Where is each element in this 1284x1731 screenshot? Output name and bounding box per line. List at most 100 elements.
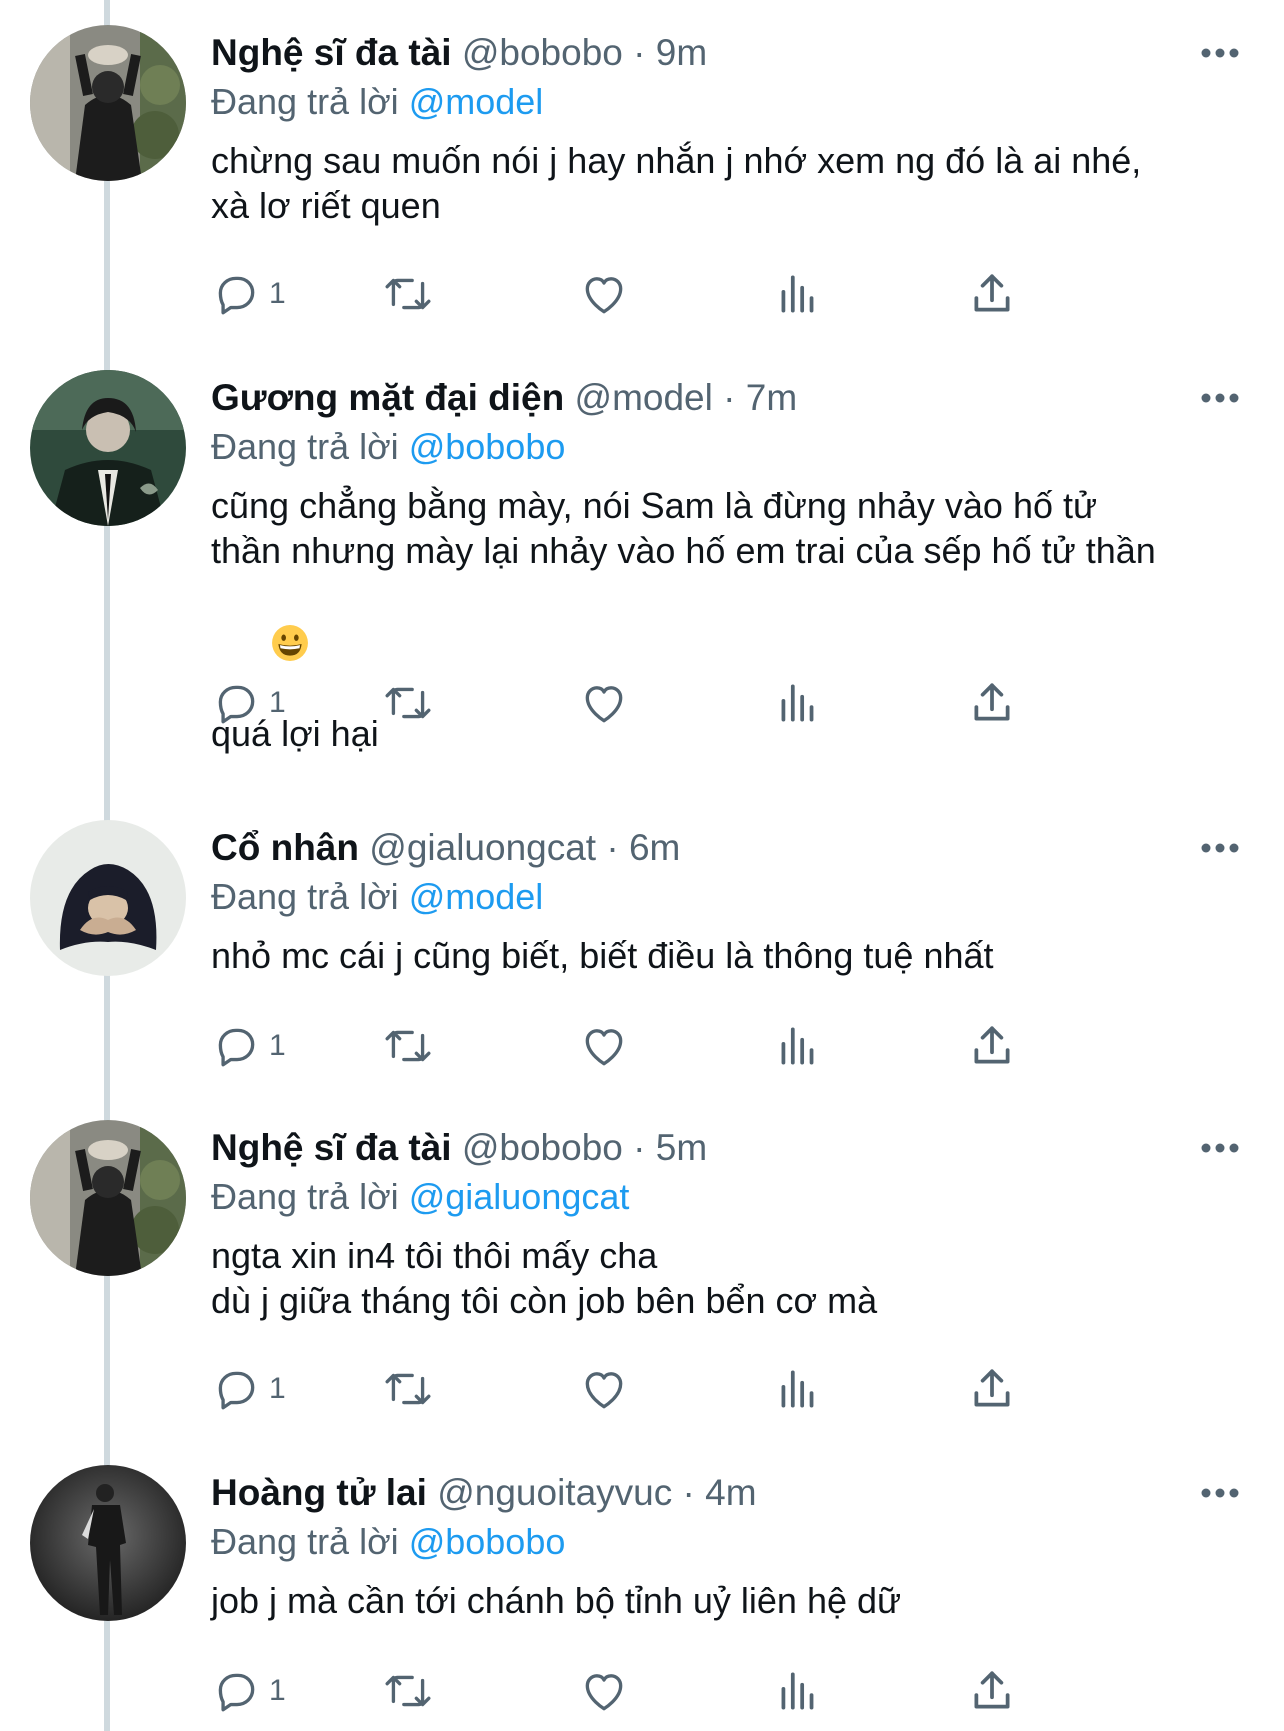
share-button[interactable] (967, 1663, 1017, 1719)
like-button[interactable] (579, 1018, 629, 1074)
avatar[interactable] (30, 25, 186, 181)
replying-to: Đang trả lời @model (211, 874, 543, 920)
display-name[interactable]: Cổ nhân (211, 827, 359, 868)
reply-button[interactable]: 1 (211, 1361, 286, 1417)
views-button[interactable] (773, 1663, 823, 1719)
like-button[interactable] (579, 1663, 629, 1719)
reply-count: 1 (269, 686, 286, 719)
mention-link[interactable]: @bobobo (409, 1521, 566, 1562)
avatar[interactable] (30, 1465, 186, 1621)
tweet[interactable]: Nghệ sĩ đa tài @bobobo · 5m Đang trả lời… (0, 1095, 1284, 1440)
tweet[interactable]: Gương mặt đại diện @model · 7m Đang trả … (0, 345, 1284, 755)
tweet-header: Nghệ sĩ đa tài @bobobo · 5m (211, 1125, 707, 1171)
avatar[interactable] (30, 1120, 186, 1276)
avatar[interactable] (30, 820, 186, 976)
views-button[interactable] (773, 266, 823, 322)
share-button[interactable] (967, 1018, 1017, 1074)
tweet-text-line: chừng sau muốn nói j hay nhắn j nhớ xem … (211, 140, 1142, 181)
like-button[interactable] (579, 1361, 629, 1417)
reply-button[interactable]: 1 (211, 1663, 286, 1719)
share-button[interactable] (967, 675, 1017, 731)
display-name[interactable]: Hoàng tử lai (211, 1472, 427, 1513)
retweet-icon (385, 1675, 431, 1707)
more-icon[interactable] (1196, 375, 1244, 421)
share-icon (974, 1369, 1010, 1407)
heart-icon (585, 1029, 623, 1066)
reply-button[interactable]: 1 (211, 266, 286, 322)
views-icon (781, 1672, 814, 1710)
retweet-button[interactable] (383, 266, 433, 322)
tweet[interactable]: Cổ nhân @gialuongcat · 6m Đang trả lời @… (0, 795, 1284, 1095)
retweet-button[interactable] (383, 675, 433, 731)
timestamp[interactable]: · 5m (633, 1127, 707, 1168)
like-button[interactable] (579, 675, 629, 731)
handle[interactable]: @bobobo (462, 32, 623, 73)
timestamp[interactable]: · 4m (683, 1472, 757, 1513)
replying-prefix: Đang trả lời (211, 1521, 409, 1562)
share-button[interactable] (967, 1361, 1017, 1417)
mention-link[interactable]: @model (409, 81, 544, 122)
tweet[interactable]: Hoàng tử lai @nguoitayvuc · 4m Đang trả … (0, 1440, 1284, 1731)
reply-count: 1 (269, 1029, 286, 1062)
tweet-text-line: job j mà cần tới chánh bộ tỉnh uỷ liên h… (211, 1580, 902, 1621)
heart-icon (585, 277, 623, 314)
views-button[interactable] (773, 675, 823, 731)
more-icon[interactable] (1196, 1125, 1244, 1171)
views-icon (781, 1370, 814, 1408)
replying-prefix: Đang trả lời (211, 876, 409, 917)
tweet-text: ngta xin in4 tôi thôi mấy cha dù j giữa … (211, 1233, 1241, 1323)
tweet-text-line: dù j giữa tháng tôi còn job bên bển cơ m… (211, 1280, 878, 1321)
share-icon (974, 1671, 1010, 1709)
tweet[interactable]: Nghệ sĩ đa tài @bobobo · 9m Đang trả lời… (0, 0, 1284, 345)
more-icon[interactable] (1196, 825, 1244, 871)
more-icon[interactable] (1196, 1470, 1244, 1516)
retweet-button[interactable] (383, 1361, 433, 1417)
retweet-icon (385, 687, 431, 719)
heart-icon (585, 686, 623, 723)
tweet-actions: 1 (211, 1663, 1131, 1719)
timestamp[interactable]: · 7m (723, 377, 797, 418)
tweet-header: Gương mặt đại diện @model · 7m (211, 375, 797, 421)
reply-icon (218, 276, 255, 315)
display-name[interactable]: Nghệ sĩ đa tài (211, 1127, 452, 1168)
tweet-text-line: cũng chẳng bằng mày, nói Sam là đừng nhả… (211, 485, 1098, 526)
like-button[interactable] (579, 266, 629, 322)
replying-to: Đang trả lời @gialuongcat (211, 1174, 629, 1220)
replying-to: Đang trả lời @bobobo (211, 1519, 565, 1565)
handle[interactable]: @nguoitayvuc (437, 1472, 672, 1513)
avatar[interactable] (30, 370, 186, 526)
retweet-button[interactable] (383, 1018, 433, 1074)
views-button[interactable] (773, 1361, 823, 1417)
display-name[interactable]: Nghệ sĩ đa tài (211, 32, 452, 73)
reply-icon (218, 1371, 255, 1410)
timestamp[interactable]: · 9m (633, 32, 707, 73)
tweet-text: nhỏ mc cái j cũng biết, biết điều là thô… (211, 933, 1241, 978)
more-icon[interactable] (1196, 30, 1244, 76)
handle[interactable]: @model (575, 377, 713, 418)
views-button[interactable] (773, 1018, 823, 1074)
display-name[interactable]: Gương mặt đại diện (211, 377, 564, 418)
handle[interactable]: @gialuongcat (369, 827, 596, 868)
reply-button[interactable]: 1 (211, 675, 286, 731)
mention-link[interactable]: @model (409, 876, 544, 917)
timestamp[interactable]: · 6m (606, 827, 680, 868)
share-button[interactable] (967, 266, 1017, 322)
retweet-button[interactable] (383, 1663, 433, 1719)
reply-icon (218, 1673, 255, 1712)
replying-prefix: Đang trả lời (211, 426, 409, 467)
reply-button[interactable]: 1 (211, 1018, 286, 1074)
mention-link[interactable]: @gialuongcat (409, 1176, 630, 1217)
tweet-header: Cổ nhân @gialuongcat · 6m (211, 825, 680, 871)
handle[interactable]: @bobobo (462, 1127, 623, 1168)
views-icon (781, 1027, 814, 1065)
tweet-text-line: thần nhưng mày lại nhảy vào hố em trai c… (211, 530, 1156, 571)
reply-count: 1 (269, 1674, 286, 1707)
views-icon (781, 684, 814, 722)
tweet-text: chừng sau muốn nói j hay nhắn j nhớ xem … (211, 138, 1241, 228)
views-icon (781, 275, 814, 313)
tweet-actions: 1 (211, 675, 1131, 731)
tweet-text-line: ngta xin in4 tôi thôi mấy cha (211, 1235, 658, 1276)
mention-link[interactable]: @bobobo (409, 426, 566, 467)
tweet-header: Nghệ sĩ đa tài @bobobo · 9m (211, 30, 707, 76)
share-icon (974, 683, 1010, 721)
